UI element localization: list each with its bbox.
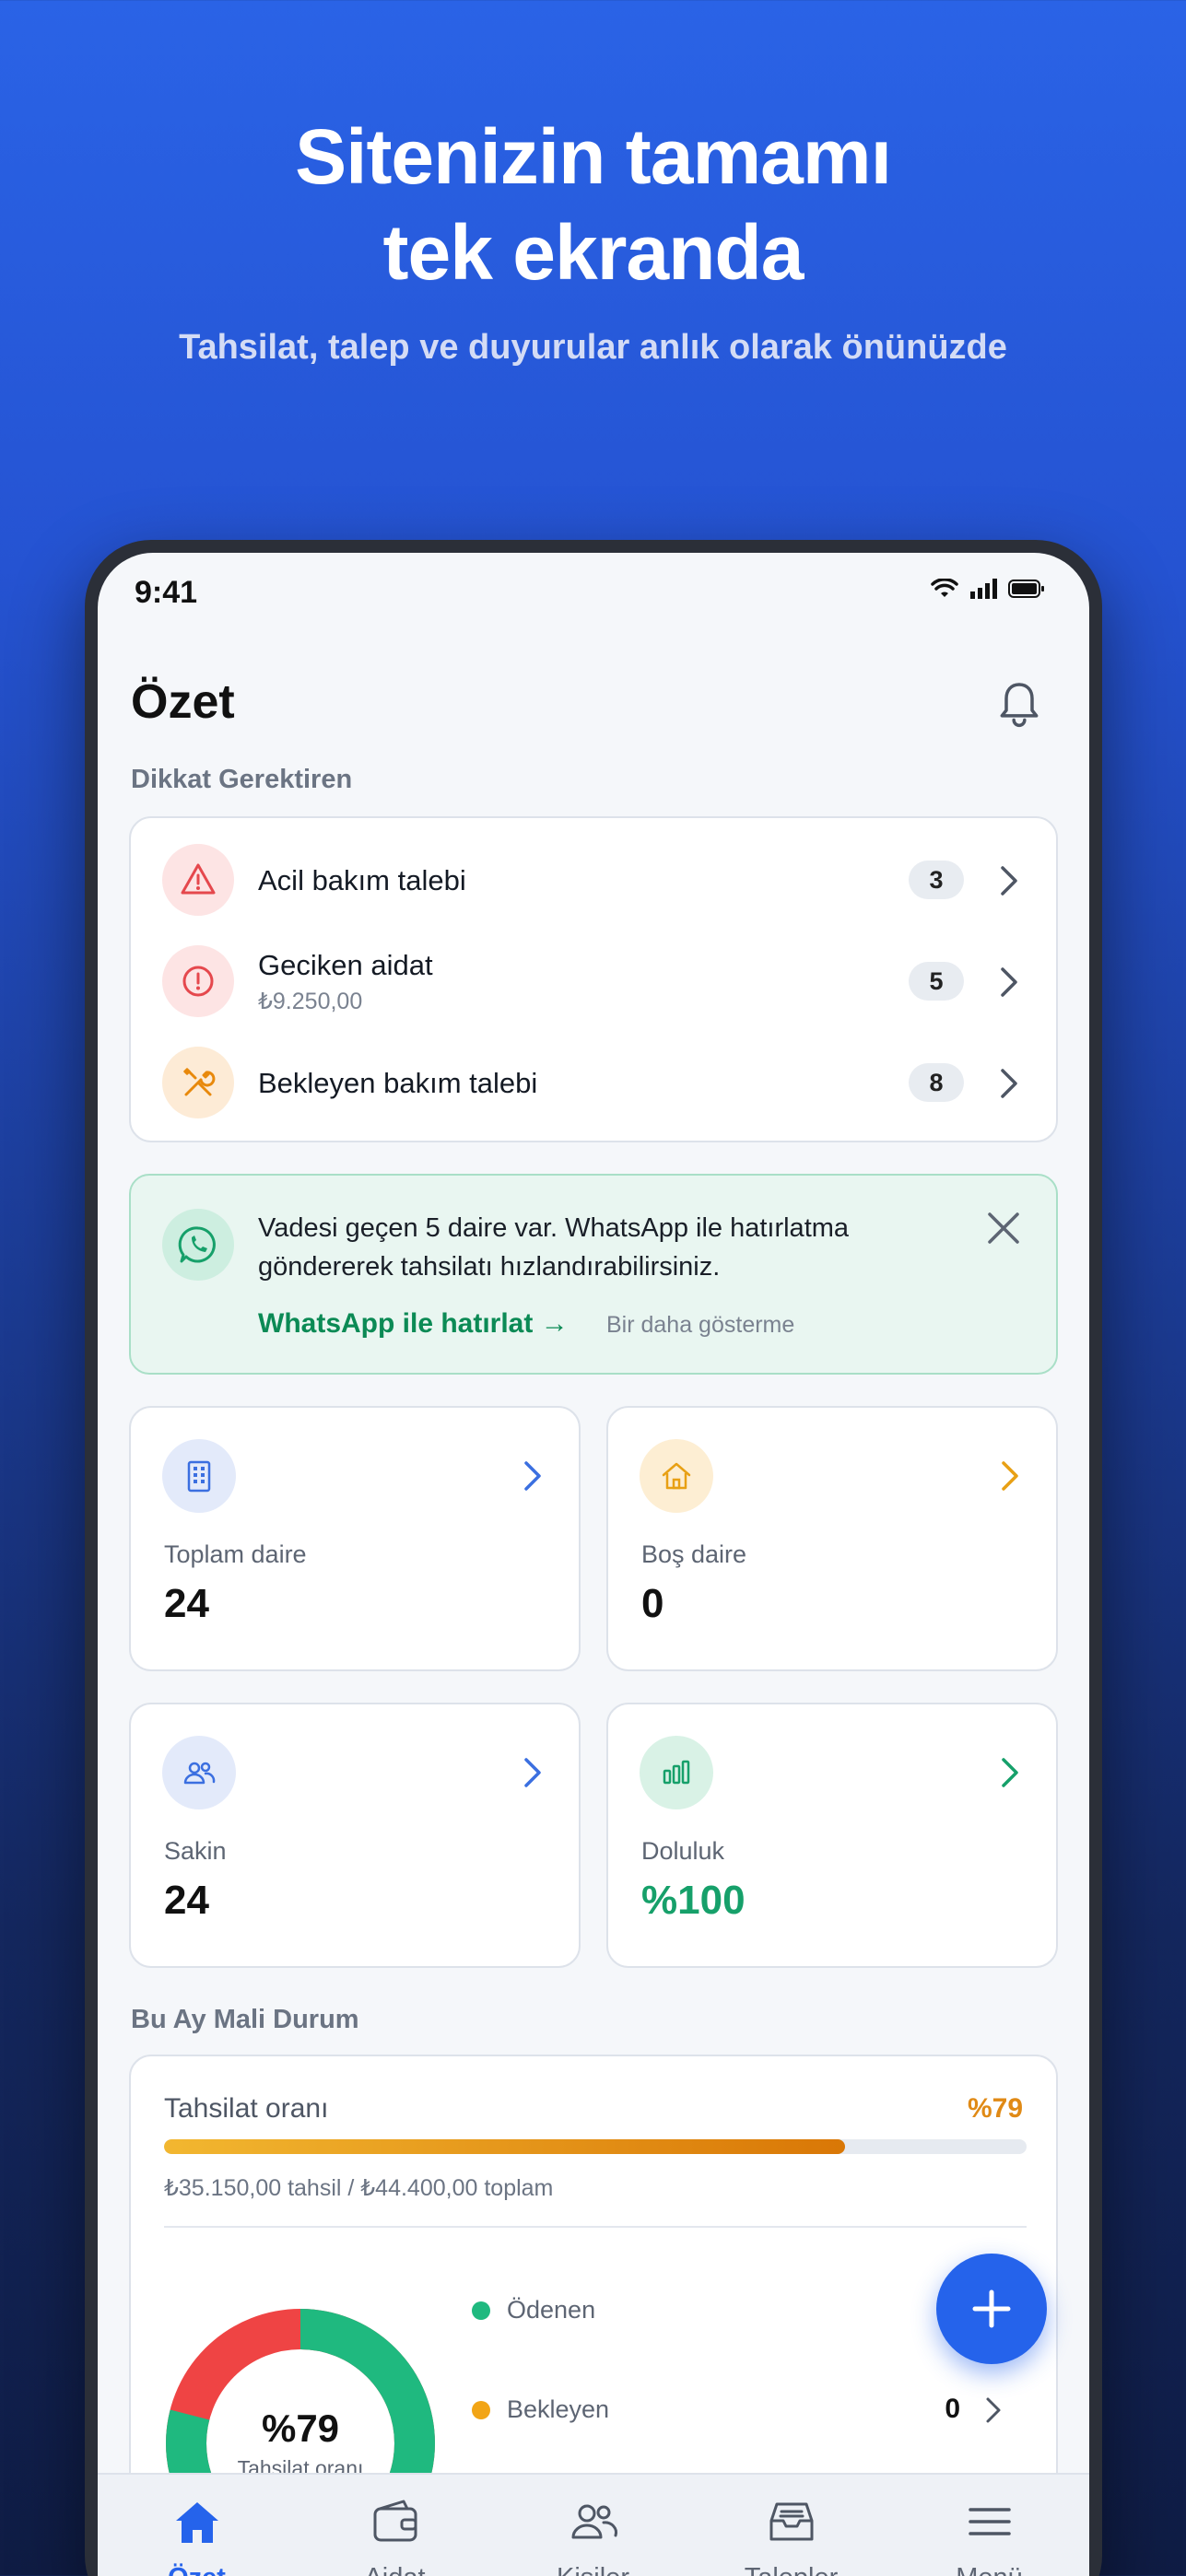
tab-kisiler[interactable]: Kişiler <box>494 2475 692 2576</box>
donut-center: %79 Tahsilat oranı <box>162 2406 439 2481</box>
stat-label: Boş daire <box>641 1540 747 1568</box>
inbox-icon <box>769 2502 814 2541</box>
tab-label: Kişiler <box>494 2563 692 2576</box>
collection-progress-fill <box>164 2139 846 2154</box>
stat-card-residents[interactable]: Sakin 24 <box>129 1703 581 1968</box>
count-badge: 8 <box>909 1063 964 1102</box>
bar-chart-icon <box>640 1736 713 1809</box>
tab-menu[interactable]: Menü <box>890 2475 1088 2576</box>
collection-rate-label: Tahsilat oranı <box>164 2093 329 2124</box>
tab-talepler[interactable]: Talepler <box>692 2475 890 2576</box>
attention-item-title: Acil bakım talebi <box>258 864 466 896</box>
tab-label: Özet <box>98 2563 296 2576</box>
whatsapp-remind-link[interactable]: WhatsApp ile hatırlat → <box>258 1308 569 1340</box>
warning-triangle-icon <box>162 844 234 916</box>
hero-title-line1: Sitenizin tamamı <box>295 113 892 200</box>
attention-card: Acil bakım talebi 3 Geciken aidat ₺9.250… <box>129 816 1058 1142</box>
wifi-icon <box>931 579 958 597</box>
collection-progress-bar <box>164 2139 1027 2154</box>
signal-icon <box>970 579 997 599</box>
chevron-right-icon <box>986 2397 1001 2423</box>
legend-dot <box>472 2301 490 2320</box>
stat-card-total-units[interactable]: Toplam daire 24 <box>129 1406 581 1671</box>
stat-card-empty-units[interactable]: Boş daire 0 <box>606 1406 1058 1671</box>
collection-rate-value: %79 <box>967 2093 1023 2124</box>
building-icon <box>162 1439 236 1513</box>
status-time: 9:41 <box>135 575 198 610</box>
tab-label: Aidat <box>296 2563 494 2576</box>
chevron-right-icon <box>524 1758 541 1787</box>
tab-ozet[interactable]: Özet <box>98 2475 296 2576</box>
donut-percentage: %79 <box>261 2406 340 2450</box>
page-title: Özet <box>131 675 235 729</box>
stat-value: 24 <box>164 1878 209 1923</box>
hero-title: Sitenizin tamamı tek ekranda <box>0 109 1186 300</box>
chevron-right-icon <box>1002 1461 1018 1491</box>
count-badge: 3 <box>909 861 964 899</box>
whatsapp-icon <box>162 1209 234 1281</box>
chevron-right-icon <box>524 1461 541 1491</box>
hero-subtitle: Tahsilat, talep ve duyurular anlık olara… <box>179 328 1007 367</box>
menu-icon <box>969 2508 1011 2535</box>
chevron-right-icon <box>1001 866 1017 896</box>
stat-card-occupancy[interactable]: Doluluk %100 <box>606 1703 1058 1968</box>
chevron-right-icon <box>1001 1069 1017 1098</box>
finance-section-label: Bu Ay Mali Durum <box>131 2005 359 2034</box>
tab-label: Menü <box>890 2563 1088 2576</box>
divider <box>164 2226 1027 2228</box>
attention-item-urgent[interactable]: Acil bakım talebi 3 <box>131 829 1056 931</box>
add-fab-button[interactable] <box>936 2254 1047 2364</box>
dont-show-again-link[interactable]: Bir daha gösterme <box>606 1312 794 1339</box>
plus-icon <box>972 2289 1011 2328</box>
close-icon[interactable] <box>984 1209 1023 1247</box>
people-icon <box>571 2504 617 2539</box>
app-screen: 9:41 Özet Dikkat Gerektiren Acil bakım t… <box>98 553 1089 2576</box>
legend-value: 0 <box>945 2394 960 2424</box>
stat-label: Toplam daire <box>164 1540 307 1568</box>
chevron-right-icon <box>1002 1758 1018 1787</box>
hero-title-line2: tek ekranda <box>382 209 804 296</box>
home-icon <box>176 2502 218 2543</box>
legend-label: Ödenen <box>507 2296 596 2324</box>
wallet-icon <box>373 2500 417 2542</box>
people-icon <box>162 1736 236 1809</box>
stat-label: Sakin <box>164 1837 227 1865</box>
battery-icon <box>1008 580 1044 598</box>
chevron-right-icon <box>1001 967 1017 997</box>
legend-row-pending[interactable]: Bekleyen 0 <box>472 2392 1025 2429</box>
count-badge: 5 <box>909 962 964 1001</box>
attention-item-title: Geciken aidat <box>258 949 433 981</box>
legend-dot <box>472 2401 490 2419</box>
whatsapp-reminder-banner: Vadesi geçen 5 daire var. WhatsApp ile h… <box>129 1174 1058 1375</box>
alert-circle-icon <box>162 945 234 1017</box>
attention-item-title: Bekleyen bakım talebi <box>258 1067 538 1099</box>
attention-item-pending[interactable]: Bekleyen bakım talebi 8 <box>131 1032 1056 1133</box>
attention-section-label: Dikkat Gerektiren <box>131 765 353 794</box>
bell-icon[interactable] <box>993 678 1045 730</box>
bottom-tab-bar: Özet Aidat Kişiler Talepler Menü <box>98 2473 1089 2576</box>
tools-icon <box>162 1047 234 1118</box>
stat-value: %100 <box>641 1878 746 1923</box>
legend-label: Bekleyen <box>507 2395 610 2423</box>
phone-frame: 9:41 Özet Dikkat Gerektiren Acil bakım t… <box>85 540 1102 2576</box>
status-bar: 9:41 <box>98 553 1089 632</box>
attention-item-amount: ₺9.250,00 <box>258 989 363 1014</box>
stat-value: 24 <box>164 1581 209 1626</box>
home-icon <box>640 1439 713 1513</box>
whatsapp-banner-text: Vadesi geçen 5 daire var. WhatsApp ile h… <box>258 1213 850 1282</box>
status-icons <box>931 579 1045 599</box>
collection-summary: ₺35.150,00 tahsil / ₺44.400,00 toplam <box>164 2175 554 2201</box>
attention-item-overdue[interactable]: Geciken aidat ₺9.250,00 5 <box>131 931 1056 1032</box>
stat-value: 0 <box>641 1581 664 1626</box>
tab-label: Talepler <box>692 2563 890 2576</box>
tab-aidat[interactable]: Aidat <box>296 2475 494 2576</box>
stat-label: Doluluk <box>641 1837 725 1865</box>
